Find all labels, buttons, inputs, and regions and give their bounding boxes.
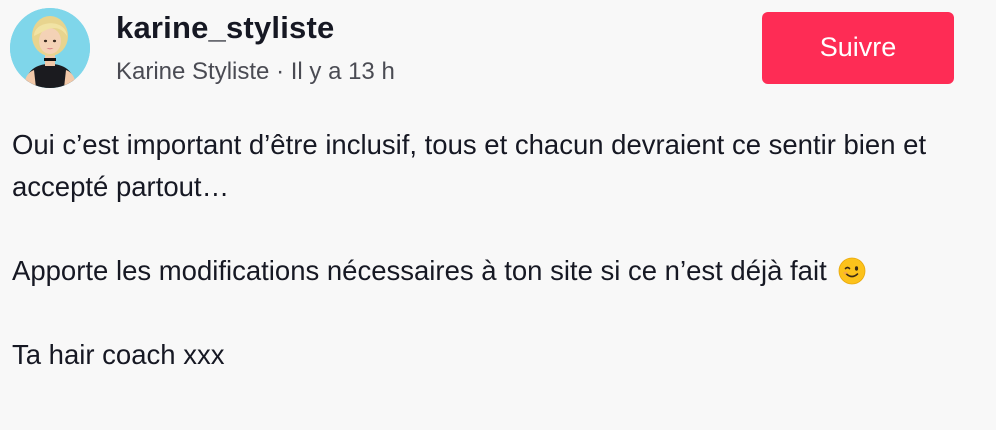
comment-paragraph-3: Ta hair coach xxx [12,339,225,370]
avatar[interactable] [10,8,90,88]
display-name[interactable]: Karine Styliste [116,58,269,85]
meta-separator: · [269,58,291,85]
comment-paragraph-2-text: Apporte les modifications nécessaires à … [12,255,827,286]
username[interactable]: karine_styliste [116,10,334,46]
author-meta: Karine Styliste · Il y a 13 h [116,58,395,86]
timestamp: Il y a 13 h [290,58,395,85]
comment-body: Oui c’est important d’être inclusif, tou… [12,124,972,376]
comment-card: karine_styliste Karine Styliste · Il y a… [0,0,996,430]
comment-paragraph-1: Oui c’est important d’être inclusif, tou… [12,129,927,202]
comment-paragraph-2: Apporte les modifications nécessaires à … [12,250,972,292]
avatar-image [10,8,90,88]
winking-face-icon [838,257,866,285]
follow-button[interactable]: Suivre [762,12,954,84]
